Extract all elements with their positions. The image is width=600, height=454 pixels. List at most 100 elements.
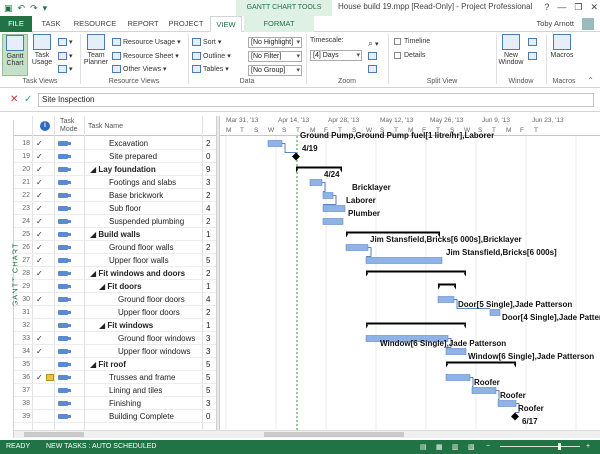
task-duration[interactable]: 5 [206,371,214,384]
table-row[interactable]: 27 ✓ Upper floor walls 5 [14,254,216,267]
task-usage-shortcut-icon[interactable]: ▦ [436,443,443,451]
row-id[interactable]: 23 [16,202,30,215]
table-row[interactable]: 34 ✓ Upper floor windows 3 [14,345,216,358]
horizontal-scrollbar[interactable] [14,430,600,438]
table-row[interactable]: 22 ✓ Base brickwork 2 [14,189,216,202]
confirm-entry-icon[interactable]: ✓ [24,94,32,105]
table-row[interactable]: 33 ✓ Ground floor windows 3 [14,332,216,345]
task-name[interactable]: Upper floor windows [118,345,190,358]
task-bar[interactable] [497,400,517,407]
sort-button[interactable]: Sort ▾ [192,38,221,46]
zoom-slider-thumb[interactable] [558,443,561,450]
indicators-icon[interactable]: i [40,121,50,131]
summary-bar[interactable] [296,166,342,169]
task-name[interactable]: Sub floor [109,202,141,215]
zoom-slider[interactable] [500,446,580,447]
task-duration[interactable]: 3 [206,397,214,410]
task-name[interactable]: Base brickwork [109,189,163,202]
task-bar[interactable] [437,296,455,303]
group-select[interactable]: [No Group] [248,65,302,76]
row-id[interactable]: 20 [16,163,30,176]
user-name[interactable]: Toby Arnott [536,19,574,28]
task-name[interactable]: Ground floor windows [118,332,195,345]
checkbox-box[interactable] [394,52,401,59]
task-name[interactable]: ◢ Lay foundation [90,163,156,176]
summary-bar[interactable] [346,231,440,234]
summary-bar[interactable] [438,283,456,286]
table-row[interactable]: 20 ✓ ◢ Lay foundation 9 [14,163,216,176]
entire-project-button[interactable] [368,52,377,60]
table-row[interactable]: 31 Upper floor doors 2 [14,306,216,319]
table-row[interactable]: 39 Building Complete 0 [14,410,216,423]
task-duration[interactable]: 0 [206,410,214,423]
team-planner-button[interactable]: Team Planner [82,34,110,76]
row-id[interactable]: 24 [16,215,30,228]
note-icon[interactable] [46,374,54,381]
redo-icon[interactable]: ↷ [30,2,38,14]
switch-windows-button[interactable] [528,52,537,60]
row-id[interactable]: 33 [16,332,30,345]
new-window-button[interactable]: New Window [498,34,524,76]
task-bar[interactable] [445,348,467,355]
task-duration[interactable]: 5 [206,384,214,397]
table-row[interactable]: 30 ✓ Ground floor doors 4 [14,293,216,306]
macros-button[interactable]: Macros [550,34,574,76]
row-id[interactable]: 25 [16,228,30,241]
row-id[interactable]: 32 [16,319,30,332]
task-duration[interactable]: 2 [206,241,214,254]
timeline-checkbox[interactable]: Timeline [394,38,430,45]
task-name[interactable]: Building Complete [109,410,174,423]
team-planner-shortcut-icon[interactable]: ▥ [452,443,459,451]
task-duration[interactable]: 3 [206,332,214,345]
milestone-marker[interactable] [292,152,300,161]
task-name[interactable]: ◢ Fit doors [99,280,142,293]
task-bar[interactable] [365,257,443,264]
task-name[interactable]: Ground floor doors [118,293,185,306]
summary-bar[interactable] [366,322,466,325]
row-id[interactable]: 27 [16,254,30,267]
task-duration[interactable]: 2 [206,267,214,280]
calendar-button[interactable]: ▾ [58,52,73,60]
avatar[interactable] [582,18,594,30]
table-row[interactable]: 32 ◢ Fit windows 1 [14,319,216,332]
row-id[interactable]: 38 [16,397,30,410]
task-name[interactable]: Finishing [109,397,141,410]
table-row[interactable]: 23 ✓ Sub floor 4 [14,202,216,215]
row-id[interactable]: 37 [16,384,30,397]
row-id[interactable]: 30 [16,293,30,306]
row-id[interactable]: 21 [16,176,30,189]
row-id[interactable]: 34 [16,345,30,358]
collapse-ribbon-icon[interactable]: ⌃ [587,76,594,85]
zoom-out-icon[interactable]: − [486,443,490,450]
task-name[interactable]: Ground floor walls [109,241,173,254]
task-duration[interactable]: 9 [206,163,214,176]
task-bar[interactable] [445,374,471,381]
table-row[interactable]: 36 ✓ Trusses and frame 5 [14,371,216,384]
gantt-scroll-thumb[interactable] [264,432,404,437]
task-name[interactable]: Footings and slabs [109,176,176,189]
row-id[interactable]: 18 [16,137,30,150]
task-duration[interactable]: 3 [206,345,214,358]
close-icon[interactable]: ✕ [590,1,598,13]
help-icon[interactable]: ? [544,1,549,13]
task-duration[interactable]: 1 [206,280,214,293]
task-bar[interactable] [345,244,369,251]
table-row[interactable]: 24 ✓ Suspended plumbing 2 [14,215,216,228]
task-bar[interactable] [309,179,323,186]
filter-select[interactable]: [No Filter] [248,51,302,62]
table-row[interactable]: 21 ✓ Footings and slabs 3 [14,176,216,189]
task-bar[interactable] [322,218,344,225]
resource-sheet-shortcut-icon[interactable]: ▧ [468,443,475,451]
select-all-corner[interactable] [18,116,32,136]
table-scroll-thumb[interactable] [24,432,84,437]
task-duration[interactable]: 5 [206,254,214,267]
task-bar[interactable] [471,387,497,394]
cancel-entry-icon[interactable]: ✕ [10,94,18,105]
task-duration[interactable]: 2 [206,215,214,228]
tab-project[interactable]: PROJECT [166,16,206,32]
table-row[interactable]: 37 Lining and tiles 5 [14,384,216,397]
table-row[interactable]: 35 ◢ Fit roof 5 [14,358,216,371]
task-duration[interactable]: 1 [206,319,214,332]
task-bar[interactable] [267,140,283,147]
other-views-button[interactable]: Other Views ▾ [112,65,167,73]
